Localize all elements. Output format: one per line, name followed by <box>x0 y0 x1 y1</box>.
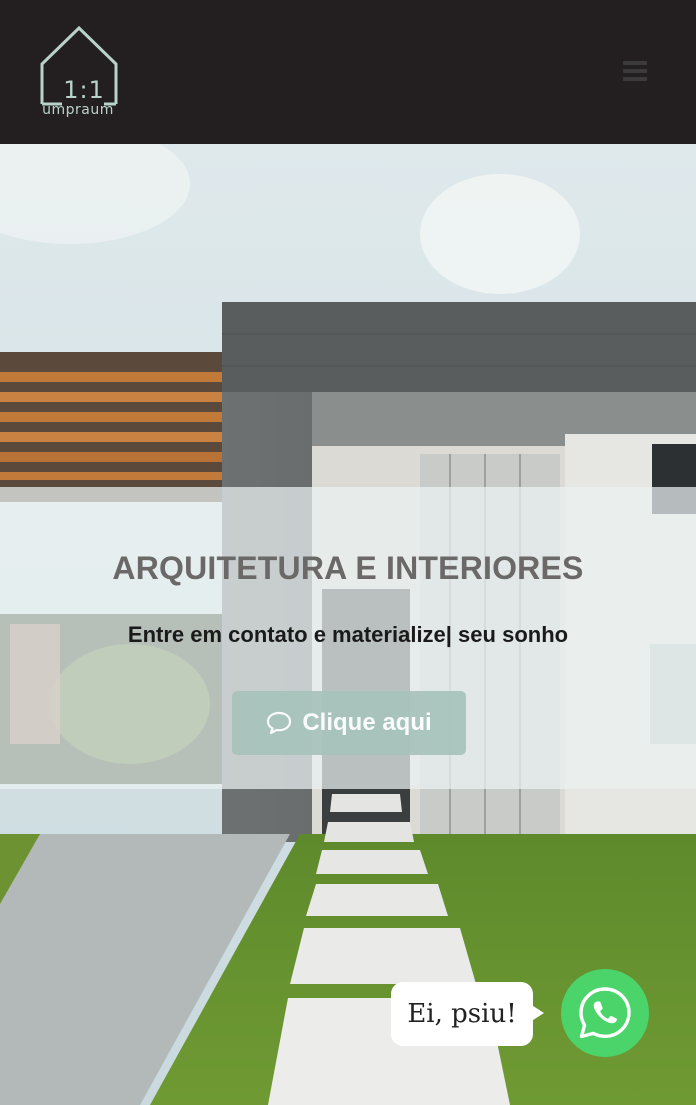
hero-title: ARQUITETURA E INTERIORES <box>112 550 584 586</box>
chat-greeting-text: Ei, psiu! <box>407 999 517 1029</box>
chat-greeting-bubble[interactable]: Ei, psiu! <box>391 982 533 1046</box>
whatsapp-icon <box>579 987 631 1039</box>
site-logo[interactable]: 1:1 umpraum <box>38 24 120 122</box>
site-header: 1:1 umpraum <box>0 0 696 144</box>
menu-button[interactable] <box>620 58 650 84</box>
contact-cta-button[interactable]: Clique aqui <box>232 691 466 755</box>
hamburger-line <box>623 69 647 73</box>
hero-section: ARQUITETURA E INTERIORES Entre em contat… <box>0 144 696 1105</box>
logo-wordmark: umpraum <box>42 102 114 118</box>
whatsapp-button[interactable] <box>561 969 649 1057</box>
hero-subtitle: Entre em contato e materialize| seu sonh… <box>127 622 569 647</box>
logo-number: 1:1 <box>63 76 105 104</box>
cta-label: Clique aqui <box>302 709 432 736</box>
hamburger-icon <box>623 61 647 65</box>
chat-bubble-tail <box>530 1004 544 1022</box>
speech-bubble-icon <box>267 711 292 735</box>
hamburger-line <box>623 77 647 81</box>
